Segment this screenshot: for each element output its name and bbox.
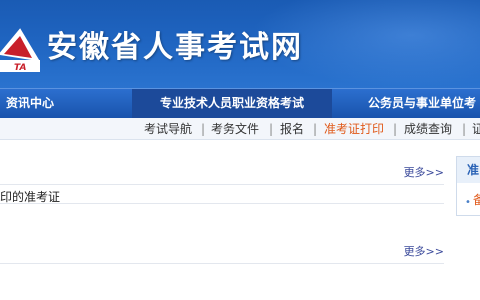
right-sidebar-panel: 准 • 备 xyxy=(456,156,480,216)
nav-item-professional-exams[interactable]: 专业技术人员职业资格考试 xyxy=(132,89,332,118)
site-banner: TA 安徽省人事考试网 xyxy=(0,0,480,88)
subnav-separator: | xyxy=(313,122,318,136)
subnav-admission-ticket-print[interactable]: 准考证打印 xyxy=(324,118,384,140)
site-logo-icon[interactable]: TA xyxy=(0,14,40,74)
content-section-1: 更多>> 印的准考证 xyxy=(0,140,444,210)
main-nav: 资讯中心 专业技术人员职业资格考试 公务员与事业单位考 xyxy=(0,88,480,118)
subnav-score-query[interactable]: 成绩查询 xyxy=(404,118,452,140)
subnav-separator: | xyxy=(269,122,274,136)
nav-item-civil-service-exams[interactable]: 公务员与事业单位考 xyxy=(332,89,480,118)
section-divider xyxy=(0,203,444,204)
nav-item-news-center[interactable]: 资讯中心 xyxy=(0,89,132,118)
subnav-registration[interactable]: 报名 xyxy=(280,118,304,140)
subnav-separator: | xyxy=(393,122,398,136)
site-title: 安徽省人事考试网 xyxy=(47,30,303,65)
section-divider xyxy=(0,184,444,185)
subnav-exam-guide[interactable]: 考试导航 xyxy=(144,118,192,140)
sidebar-item-link[interactable]: 备 xyxy=(473,191,480,208)
content-section-2: 更多>> xyxy=(0,235,444,275)
subnav-separator: | xyxy=(462,122,467,136)
subnav-certificate[interactable]: 证 xyxy=(472,118,480,140)
more-link[interactable]: 更多>> xyxy=(404,164,444,180)
sidebar-title: 准 xyxy=(457,157,480,183)
more-link[interactable]: 更多>> xyxy=(404,243,444,259)
sub-nav: 考试导航 | 考务文件 | 报名 | 准考证打印 | 成绩查询 | 证 xyxy=(0,118,480,140)
subnav-separator: | xyxy=(201,122,206,136)
bullet-icon: • xyxy=(465,197,471,208)
section-divider xyxy=(0,263,444,264)
subnav-exam-documents[interactable]: 考务文件 xyxy=(211,118,259,140)
svg-text:TA: TA xyxy=(14,63,26,73)
